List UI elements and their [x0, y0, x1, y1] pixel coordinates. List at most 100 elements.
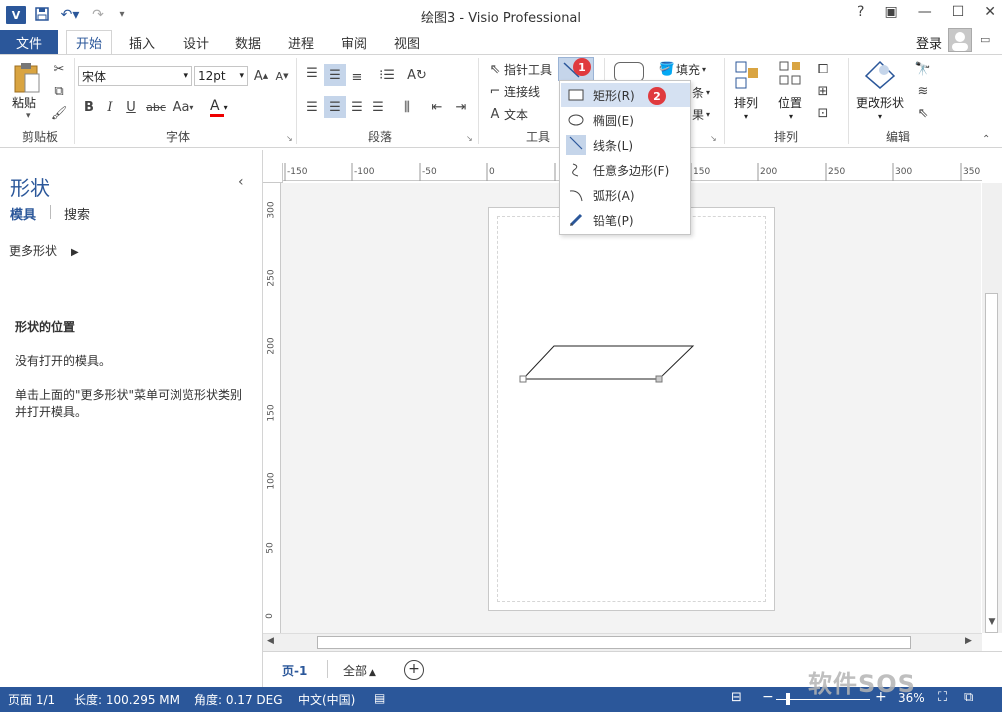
underline-button[interactable]: U	[122, 98, 140, 116]
align-bottom-icon[interactable]: ≡	[348, 68, 366, 86]
menu-item-line[interactable]: 线条(L)	[561, 133, 690, 157]
format-painter-icon[interactable]: 🖌	[50, 104, 68, 122]
bold-button[interactable]: B	[80, 98, 98, 116]
bullets-icon[interactable]: ⁝☰	[378, 66, 396, 84]
help-button[interactable]: ?	[857, 4, 864, 20]
macro-icon[interactable]: ▤	[374, 691, 385, 705]
fill-icon: 🪣	[658, 61, 676, 77]
presentation-mode-icon[interactable]: ⊟	[731, 690, 742, 705]
fill-button[interactable]: 🪣 填充 ▾	[658, 60, 706, 78]
chevron-right-icon: ▶	[71, 247, 79, 258]
scroll-left-icon[interactable]: ◀	[267, 636, 274, 646]
italic-button[interactable]: I	[101, 98, 119, 116]
all-pages-button[interactable]: 全部 ▲	[343, 662, 376, 679]
horizontal-scrollbar[interactable]: ◀ ▶	[263, 633, 982, 651]
menu-item-arc[interactable]: 弧形(A)	[561, 183, 690, 207]
group-icon[interactable]: ⧠	[814, 60, 832, 78]
connector-button[interactable]: ⌐ 连接线	[486, 82, 540, 100]
copy-icon[interactable]: ⧉	[50, 82, 68, 100]
increase-indent-icon[interactable]: ⇥	[452, 98, 470, 116]
text-rotate-icon[interactable]: A↻	[407, 66, 427, 84]
position-button[interactable]	[776, 60, 804, 93]
menu-item-label: 弧形(A)	[593, 188, 635, 203]
vertical-scroll-thumb[interactable]	[985, 293, 998, 633]
font-color-button[interactable]: A ▾	[210, 98, 238, 118]
dialog-launcher-icon[interactable]: ↘	[286, 134, 293, 143]
text-direction-icon[interactable]: ⫼	[398, 98, 416, 116]
tab-home[interactable]: 开始	[66, 30, 112, 54]
justify-icon[interactable]: ☰	[369, 98, 387, 116]
collapse-ribbon-icon[interactable]: ▭	[980, 33, 990, 46]
tab-file[interactable]: 文件	[0, 30, 58, 54]
collapse-pane-icon[interactable]: ‹	[238, 174, 244, 190]
login-link[interactable]: 登录	[916, 33, 942, 52]
collapse-ribbon-icon[interactable]: ⌃	[982, 134, 990, 145]
cut-icon[interactable]: ✂	[50, 60, 68, 78]
selection-handle[interactable]	[519, 375, 527, 383]
parallelogram-shape[interactable]	[488, 207, 775, 611]
change-shape-button[interactable]	[864, 60, 896, 93]
arrange-button[interactable]	[734, 60, 760, 93]
scroll-down-icon[interactable]: ▼	[982, 617, 1002, 633]
shrink-font-icon[interactable]: A ▼	[273, 67, 291, 85]
page-tab-1[interactable]: 页-1	[282, 662, 307, 679]
menu-item-freeform[interactable]: 任意多边形(F)	[561, 158, 690, 182]
align-center-icon[interactable]: ☰	[324, 96, 346, 118]
align-shapes-icon[interactable]: ⊞	[814, 82, 832, 100]
paragraph-group-label: 段落	[367, 130, 392, 144]
ribbon-display-icon[interactable]: ▣	[884, 4, 897, 20]
pointer-tool-button[interactable]: ⇖ 指针工具	[486, 60, 552, 78]
font-size-select[interactable]: 12pt ▾	[194, 66, 248, 86]
tab-process[interactable]: 进程	[281, 30, 321, 54]
menu-item-ellipse[interactable]: 椭圆(E)	[561, 108, 690, 132]
dialog-launcher-icon[interactable]: ↘	[466, 134, 473, 143]
effects-button[interactable]: 果 ▾	[692, 106, 710, 123]
tab-search[interactable]: 搜索	[64, 204, 90, 223]
grow-font-icon[interactable]: A ▲	[252, 67, 270, 85]
vertical-scrollbar[interactable]	[982, 183, 1002, 633]
strikethrough-button[interactable]: abc	[145, 98, 167, 116]
tab-design[interactable]: 设计	[176, 30, 216, 54]
section-title: 形状的位置	[15, 320, 76, 334]
tab-stencils[interactable]: 模具	[10, 204, 36, 223]
menu-item-rectangle[interactable]: 矩形(R)	[561, 83, 690, 107]
align-left-icon[interactable]: ☰	[303, 98, 321, 116]
switch-windows-icon[interactable]: ⧉	[964, 690, 973, 705]
find-icon[interactable]: 🔭	[910, 60, 936, 78]
quick-styles-icon[interactable]	[614, 62, 644, 82]
horizontal-scroll-thumb[interactable]	[317, 636, 911, 649]
align-right-icon[interactable]: ☰	[348, 98, 366, 116]
text-tool-button[interactable]: A 文本	[486, 105, 528, 123]
paste-dropdown-icon[interactable]: ▾	[26, 111, 31, 121]
tab-data[interactable]: 数据	[228, 30, 268, 54]
zoom-slider-track[interactable]	[776, 699, 870, 700]
zoom-slider-thumb[interactable]	[786, 693, 790, 705]
close-button[interactable]: ✕	[984, 4, 996, 20]
align-middle-icon[interactable]: ☰	[324, 64, 346, 86]
scroll-right-icon[interactable]: ▶	[965, 636, 972, 646]
dialog-launcher-icon[interactable]: ↘	[710, 134, 717, 143]
align-top-icon[interactable]: ☰	[303, 64, 321, 82]
status-language[interactable]: 中文(中国)	[298, 691, 355, 708]
line-style-button[interactable]: 条 ▾	[692, 84, 710, 101]
paste-button[interactable]	[12, 62, 42, 97]
change-case-button[interactable]: Aa ▾	[170, 98, 196, 116]
tab-review[interactable]: 审阅	[334, 30, 374, 54]
more-shapes-button[interactable]: 更多形状 ▶	[9, 242, 79, 259]
selection-handle[interactable]	[655, 375, 663, 383]
status-page[interactable]: 页面 1/1	[8, 691, 55, 708]
zoom-out-button[interactable]: −	[762, 689, 774, 705]
fit-page-icon[interactable]: ⛶	[938, 690, 947, 705]
avatar[interactable]	[948, 28, 972, 52]
maximize-button[interactable]: ☐	[952, 4, 965, 20]
decrease-indent-icon[interactable]: ⇤	[428, 98, 446, 116]
tab-insert[interactable]: 插入	[122, 30, 162, 54]
font-name-select[interactable]: 宋体 ▾	[78, 66, 192, 86]
tab-view[interactable]: 视图	[387, 30, 427, 54]
minimize-button[interactable]: —	[918, 4, 932, 20]
layers-icon[interactable]: ≋	[910, 82, 936, 100]
add-page-icon[interactable]: +	[404, 660, 424, 680]
menu-item-pencil[interactable]: 铅笔(P)	[561, 208, 690, 232]
select-icon[interactable]: ⇖	[910, 104, 936, 122]
distribute-icon[interactable]: ⊡	[814, 104, 832, 122]
